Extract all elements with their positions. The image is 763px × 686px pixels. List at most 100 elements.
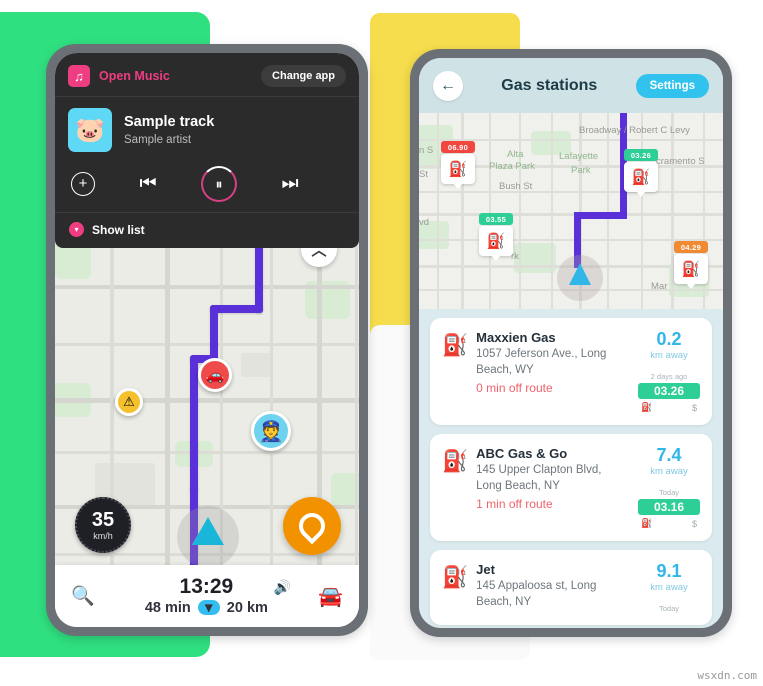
gas-stations-header: ← Gas stations Settings — [419, 58, 723, 113]
gas-pump-icon: ⛽ — [442, 450, 469, 473]
navigation-bottom-bar: 🔍 13:29 48 min ▾ 20 km 🔊 🚘 — [55, 565, 359, 627]
gas-station-list[interactable]: ⛽ Maxxien Gas 1057 Jeferson Ave., Long B… — [419, 309, 723, 628]
eta-distance: 20 km — [226, 599, 268, 616]
station-info: Jet 145 Appaloosa st, Long Beach, NY — [476, 562, 630, 613]
station-metrics: 0.2 km away 2 days ago 03.26 ⛽ $ — [638, 330, 700, 413]
volume-icon[interactable]: 🔊 — [274, 579, 291, 596]
speed-value: 35 — [91, 508, 115, 531]
station-distance-unit: km away — [650, 350, 688, 361]
hazard-pin[interactable]: ⚠ — [115, 388, 143, 416]
station-distance: 7.4 — [656, 445, 682, 465]
station-address: 145 Appaloosa st, Long Beach, NY — [476, 580, 597, 608]
pause-icon[interactable]: ⏸ — [201, 166, 238, 202]
music-widget-header: ♫ Open Music Change app — [55, 53, 359, 97]
chevron-down-icon: ▾ — [69, 222, 84, 237]
map-label-n-s: n S — [419, 145, 434, 156]
map-label-vd: vd — [419, 217, 430, 228]
left-screen: St Martin 🚗 ⚠ 👮 Merlin Ave. 35 km/h — [55, 53, 359, 627]
location-pin-icon — [293, 507, 331, 545]
gas-pump-icon: ⛽ — [624, 162, 658, 197]
station-address: 1057 Jeferson Ave., Long Beach, WY — [476, 348, 607, 376]
station-updated: Today — [658, 488, 679, 497]
list-item[interactable]: ⛽ ABC Gas & Go 145 Upper Clapton Blvd, L… — [430, 434, 712, 541]
music-app-name: Open Music — [99, 69, 170, 83]
warning-icon: ⚠ — [123, 394, 135, 409]
station-info: Maxxien Gas 1057 Jeferson Ave., Long Bea… — [476, 330, 630, 413]
navigation-arrow-icon — [192, 517, 224, 545]
gas-marker-price: 06.90 — [441, 141, 475, 153]
station-price-footer: ⛽ $ — [638, 402, 700, 413]
station-price: 03.16 — [638, 499, 700, 515]
station-off-route: 0 min off route — [476, 381, 553, 396]
gas-stations-map[interactable]: Broadway / Robert C Levy Alta Plaza Park… — [419, 113, 723, 309]
next-track-icon[interactable]: ⏭ — [281, 173, 298, 195]
station-updated: Today — [658, 604, 679, 613]
station-price-footer: ⛽ $ — [638, 518, 700, 529]
station-off-route: 1 min off route — [476, 497, 553, 512]
gas-pump-icon: ⛽ — [442, 334, 469, 357]
map-label-alta: Alta — [507, 149, 524, 160]
car-icon[interactable]: 🚘 — [318, 584, 343, 609]
gas-marker[interactable]: 04.29 ⛽ — [674, 241, 708, 289]
search-icon[interactable]: 🔍 — [71, 584, 95, 608]
gas-marker[interactable]: 03.26 ⛽ — [624, 149, 658, 197]
playback-controls: + ⏮ ⏸ ⏭ — [55, 160, 359, 213]
chevron-down-icon[interactable]: ▾ — [197, 600, 220, 616]
map-label-mar: Mar — [651, 281, 668, 292]
station-distance: 0.2 — [656, 329, 682, 349]
previous-track-icon[interactable]: ⏮ — [139, 173, 156, 195]
station-name: Maxxien Gas — [476, 330, 556, 345]
police-officer-icon: 👮 — [258, 420, 284, 443]
show-list-row[interactable]: ▾ Show list — [55, 213, 359, 248]
settings-button[interactable]: Settings — [635, 73, 709, 98]
report-button[interactable] — [283, 497, 341, 555]
list-item[interactable]: ⛽ Maxxien Gas 1057 Jeferson Ave., Long B… — [430, 318, 712, 425]
station-currency: $ — [691, 402, 697, 413]
music-note-icon: ♫ — [68, 65, 90, 87]
station-metrics: 9.1 km away Today — [638, 562, 700, 613]
change-app-button[interactable]: Change app — [261, 65, 346, 87]
station-distance-unit: km away — [650, 582, 688, 593]
station-name: ABC Gas & Go — [476, 446, 568, 461]
phone-left: St Martin 🚗 ⚠ 👮 Merlin Ave. 35 km/h — [46, 44, 368, 636]
music-app-identity: ♫ Open Music — [68, 65, 170, 87]
station-metrics: 7.4 km away Today 03.16 ⛽ $ — [638, 446, 700, 529]
fuel-icon: ⛽ — [641, 402, 653, 412]
eta-details: 48 min ▾ 20 km — [95, 600, 318, 616]
speed-unit: km/h — [93, 530, 113, 541]
gas-pump-icon: ⛽ — [479, 226, 513, 261]
gas-marker-price: 03.55 — [479, 213, 513, 225]
now-playing: 🐷 Sample track Sample artist — [55, 97, 359, 160]
fuel-icon: ⛽ — [641, 518, 653, 528]
station-address: 145 Upper Clapton Blvd, Long Beach, NY — [476, 464, 602, 492]
map-label-park: Park — [571, 165, 591, 176]
gas-pump-icon: ⛽ — [442, 566, 469, 589]
arrow-left-icon[interactable]: ← — [433, 70, 463, 101]
map-label-plaza-park: Plaza Park — [489, 161, 535, 172]
music-widget: ♫ Open Music Change app 🐷 Sample track S… — [55, 53, 359, 248]
station-distance-unit: km away — [650, 466, 688, 477]
gas-marker[interactable]: 06.90 ⛽ — [441, 141, 475, 189]
gas-marker-price: 04.29 — [674, 241, 708, 253]
map-label-lafayette: Lafayette — [559, 151, 599, 162]
gas-marker[interactable]: 03.55 ⛽ — [479, 213, 513, 261]
map-label-sacramento: cramento S — [656, 156, 705, 167]
track-artist: Sample artist — [124, 133, 192, 146]
police-pin[interactable]: 👮 — [251, 411, 291, 451]
album-art: 🐷 — [68, 108, 112, 152]
station-updated: 2 days ago — [650, 372, 688, 381]
show-list-label: Show list — [92, 222, 145, 237]
station-name: Jet — [476, 562, 495, 577]
map-label-broadway: Broadway / Robert C Levy — [579, 125, 690, 136]
station-info: ABC Gas & Go 145 Upper Clapton Blvd, Lon… — [476, 446, 630, 529]
add-icon[interactable]: + — [71, 172, 95, 196]
gas-pump-icon: ⛽ — [441, 154, 475, 189]
gas-marker-price: 03.26 — [624, 149, 658, 161]
right-screen: ← Gas stations Settings Broadway / Rober… — [419, 58, 723, 628]
accident-pin[interactable]: 🚗 — [198, 358, 232, 392]
list-item[interactable]: ⛽ Jet 145 Appaloosa st, Long Beach, NY 9… — [430, 550, 712, 625]
waze-character-icon: 🐷 — [75, 116, 105, 144]
map-label-st: St — [419, 169, 428, 180]
eta-duration: 48 min — [144, 599, 191, 616]
car-crash-icon: 🚗 — [205, 367, 225, 384]
